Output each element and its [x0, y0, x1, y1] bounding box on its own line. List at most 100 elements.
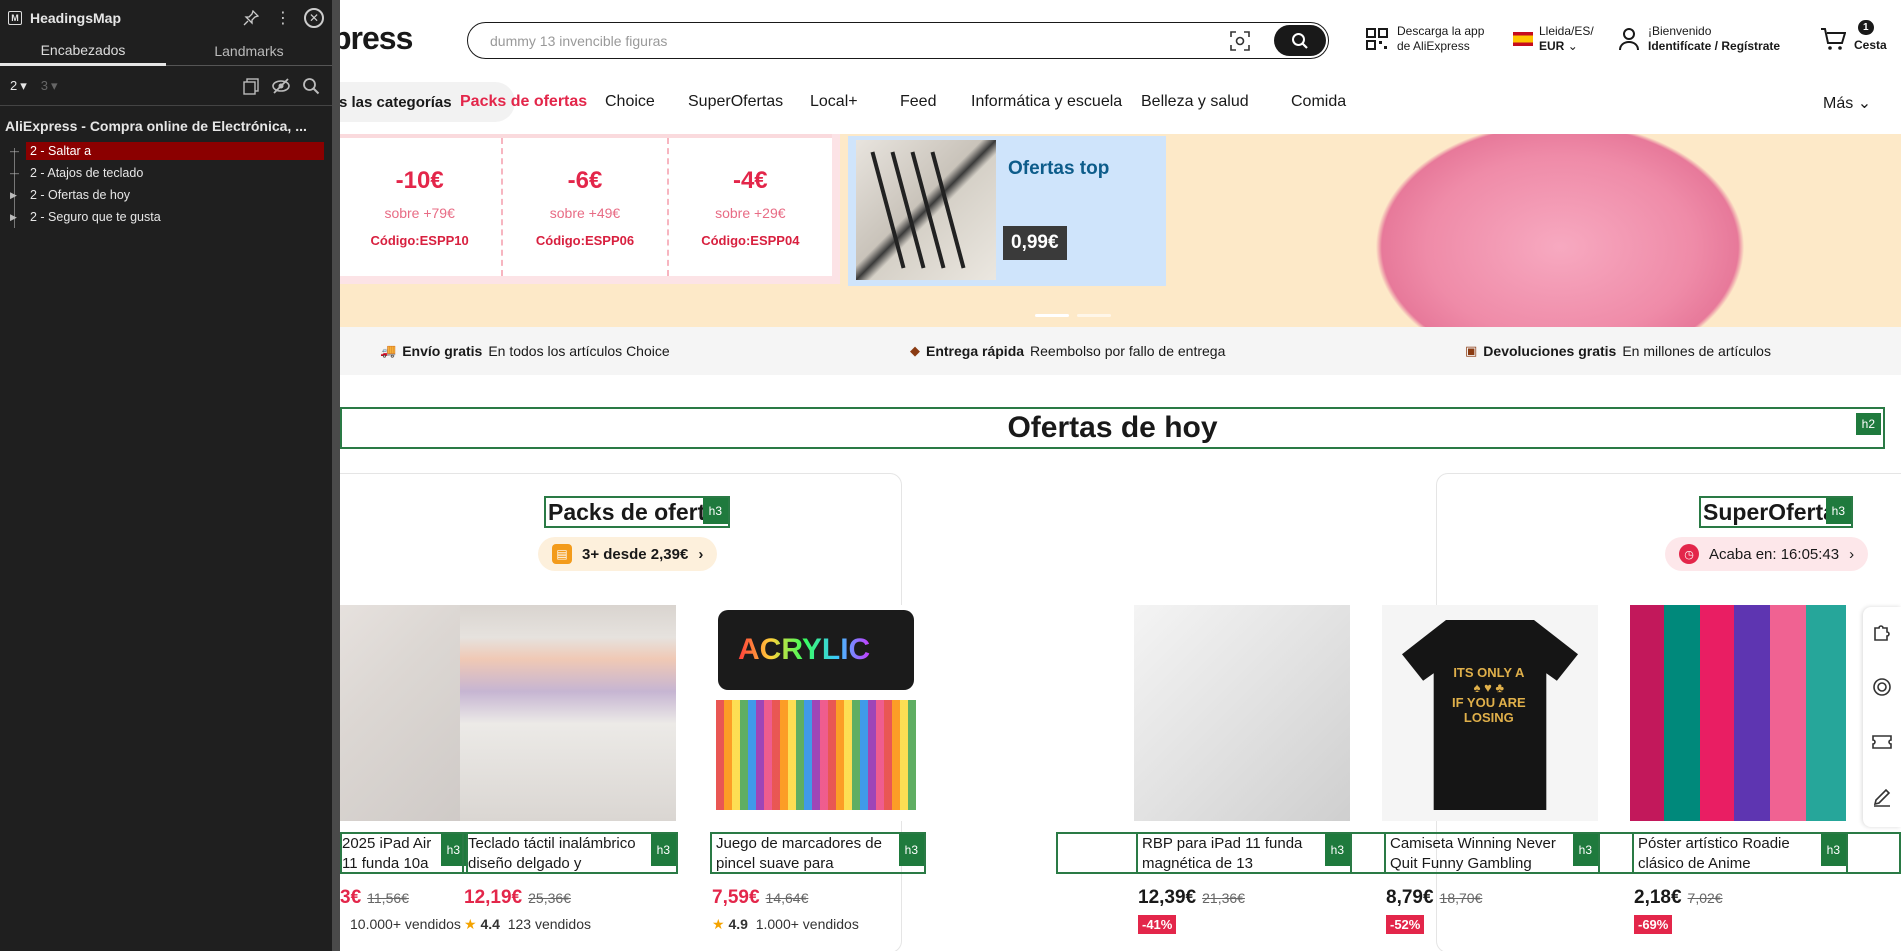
coupon-code: Código:ESPP10 [370, 232, 469, 248]
search-input[interactable]: dummy 13 invencible figuras [468, 33, 1228, 49]
product-name[interactable]: Juego de marcadores de pincel suave para… [710, 832, 926, 874]
heading-item-seguro[interactable]: ▶ 2 - Seguro que te gusta [6, 206, 332, 228]
chevron-right-icon: › [698, 545, 704, 563]
product-price: 2,18€ 7,02€ [1634, 887, 1723, 909]
region-selector[interactable]: Lleida/ES/EUR ⌄ [1513, 24, 1594, 54]
price-current: 2,18€ [1634, 887, 1682, 908]
coupon-amount: -4€ [732, 166, 768, 194]
carousel-dot[interactable] [1077, 314, 1111, 317]
nav-local[interactable]: Local+ [810, 93, 858, 111]
currency-text: EUR [1539, 39, 1565, 53]
top-deal-label: Ofertas top [1008, 158, 1110, 179]
tshirt-print: ITS ONLY A ♠ ♥ ♣ IF YOU ARE LOSING [1452, 665, 1526, 725]
tree-branch: — [10, 168, 19, 178]
expand-triangle-icon[interactable]: ▶ [10, 212, 26, 223]
chevron-right-icon: › [1849, 545, 1855, 563]
price-old: 21,36€ [1202, 890, 1245, 906]
aliexpress-logo[interactable]: press [340, 20, 413, 57]
pin-icon[interactable] [240, 7, 262, 29]
expand-triangle-icon[interactable]: ▶ [10, 190, 26, 201]
product-name[interactable]: Póster artístico Roadie clásico de Anime… [1632, 832, 1848, 874]
heading-tag-h3: h3 [650, 834, 676, 866]
superofertas-title[interactable]: SuperOfertas h3 [1699, 496, 1853, 528]
tab-landmarks[interactable]: Landmarks [166, 36, 332, 66]
product-card[interactable]: ITS ONLY A ♠ ♥ ♣ IF YOU ARE LOSING Camiseta… [1382, 605, 1600, 934]
nav-superofertas[interactable]: SuperOfertas [688, 93, 783, 111]
image-search-icon[interactable] [1228, 29, 1252, 53]
superofertas-timer-pill[interactable]: ◷ Acaba en: 16:05:43 › [1665, 537, 1869, 571]
tab-encabezados[interactable]: Encabezados [0, 36, 166, 66]
heading-item-ofertas[interactable]: ▶ 2 - Ofertas de hoy [6, 184, 332, 206]
heading-tag-h3: h3 [1324, 834, 1350, 866]
coupon-3[interactable]: -4€ sobre +29€ Código:ESPP04 [668, 138, 832, 276]
puzzle-icon[interactable] [1871, 621, 1893, 649]
promo-banner[interactable]: -10€ sobre +79€ Código:ESPP10 -6€ sobre … [340, 134, 1901, 327]
product-name[interactable]: 2025 iPad Air 11 funda 10a generación 11… [340, 832, 468, 874]
sold-count: 1.000+ vendidos [755, 916, 859, 932]
benefit-text: En todos los artículos Choice [488, 343, 670, 359]
product-name-text: Juego de marcadores de pincel suave para… [716, 835, 882, 872]
app-line-2: de AliExpress [1397, 39, 1470, 53]
coupon-1[interactable]: -10€ sobre +79€ Código:ESPP10 [340, 138, 504, 276]
eye-off-icon[interactable] [270, 75, 292, 97]
headingsmap-panel: M HeadingsMap ⋮ ✕ Encabezados Landmarks … [0, 0, 340, 951]
nav-informatica[interactable]: Informática y escuela [971, 93, 1122, 111]
nav-packs-de-ofertas[interactable]: Packs de ofertas [460, 93, 587, 111]
close-icon[interactable]: ✕ [304, 8, 324, 28]
price-current: 3€ [340, 887, 362, 908]
edit-icon[interactable] [1871, 786, 1893, 814]
heading-item-atajos[interactable]: — 2 - Atajos de teclado [6, 162, 332, 184]
nav-more[interactable]: Más ⌄ [1823, 93, 1871, 113]
product-name[interactable]: Teclado táctil inalámbrico diseño delgad… [462, 832, 678, 874]
nav-belleza[interactable]: Belleza y salud [1141, 93, 1249, 111]
more-vertical-icon[interactable]: ⋮ [272, 7, 294, 29]
clock-icon: ◷ [1679, 544, 1699, 564]
account-menu[interactable]: ¡Bienvenido Identifícate / Regístrate [1618, 24, 1780, 54]
product-card[interactable]: Teclado táctil inalámbrico diseño delgad… [460, 605, 678, 932]
aliexpress-page: press dummy 13 invencible figuras Descar… [340, 0, 1901, 951]
product-card[interactable]: ACRYLIC Juego de marcadores de pincel su… [708, 605, 926, 932]
truck-icon: 🚚 [380, 343, 397, 358]
heading-item-saltar-a[interactable]: — 2 - Saltar a [6, 140, 332, 162]
level-selector-2[interactable]: 2 ▾ [10, 78, 27, 94]
product-rating-sold: ★ 4.4 123 vendidos [464, 916, 591, 933]
heading-tag-h3: h3 [702, 498, 728, 524]
benefit-fast-delivery: ◆ Entrega rápida Reembolso por fallo de en… [910, 343, 1225, 359]
ticket-icon[interactable] [1871, 731, 1893, 759]
product-card[interactable]: RBP para iPad 11 funda magnética de 13 p… [1134, 605, 1352, 934]
download-app[interactable]: Descarga la app de AliExpress [1365, 24, 1484, 54]
deals-title-text: Ofertas de hoy [1007, 411, 1218, 444]
level-selector-3[interactable]: 3 ▾ [41, 78, 58, 94]
product-image-anime-posters [1630, 605, 1846, 821]
price-current: 8,79€ [1386, 887, 1434, 908]
signin-link[interactable]: Identifícate / Regístrate [1648, 39, 1780, 53]
product-name-text: RBP para iPad 11 funda magnética de 13 p… [1142, 835, 1303, 872]
price-old: 14,64€ [765, 890, 809, 906]
nav-feed[interactable]: Feed [900, 93, 936, 111]
coupon-2[interactable]: -6€ sobre +49€ Código:ESPP06 [503, 138, 669, 276]
benefit-title: Envío gratis [402, 343, 483, 359]
coin-icon[interactable] [1871, 676, 1893, 704]
search-icon[interactable] [300, 75, 322, 97]
product-card[interactable]: Póster artístico Roadie clásico de Anime… [1630, 605, 1848, 934]
cart-icon [1820, 27, 1847, 51]
nav-choice[interactable]: Choice [605, 93, 655, 111]
carousel-dot[interactable] [1035, 314, 1069, 317]
nav-comida[interactable]: Comida [1291, 93, 1346, 111]
bag-icon: ▤ [552, 544, 572, 564]
more-label: Más [1823, 95, 1854, 112]
cart-count-badge: 1 [1858, 20, 1874, 35]
headingsmap-title: HeadingsMap [30, 10, 122, 26]
welcome-text: ¡Bienvenido [1648, 24, 1712, 38]
cart[interactable]: 1 Cesta [1820, 20, 1887, 53]
headingsmap-tabs: Encabezados Landmarks [0, 36, 332, 66]
product-name[interactable]: Camiseta Winning Never Quit Funny Gambli… [1384, 832, 1600, 874]
search-button[interactable] [1274, 25, 1326, 56]
packs-pill[interactable]: ▤ 3+ desde 2,39€ › [538, 537, 718, 571]
top-deal-card[interactable]: Ofertas top 0,99€ [848, 136, 1166, 286]
product-name[interactable]: RBP para iPad 11 funda magnética de 13 p… [1136, 832, 1352, 874]
copy-icon[interactable] [240, 75, 262, 97]
packs-title[interactable]: Packs de ofertas h3 [544, 496, 730, 528]
product-name-text: Póster artístico Roadie clásico de Anime… [1638, 835, 1790, 872]
product-card[interactable]: 2025 iPad Air 11 funda 10a generación 11… [340, 605, 468, 932]
